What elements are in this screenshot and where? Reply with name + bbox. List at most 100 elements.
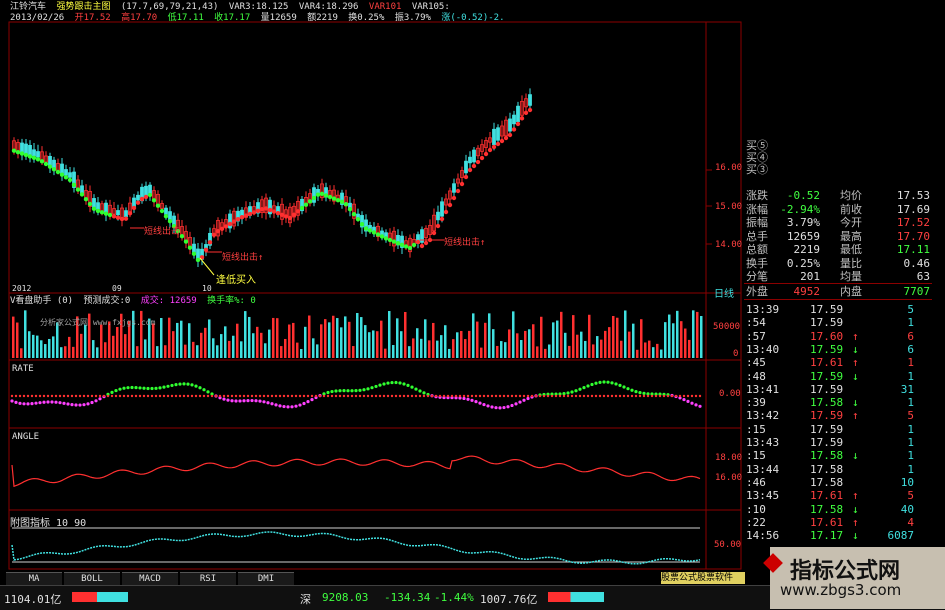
- volume-bar: [408, 346, 411, 358]
- trend-dot: [419, 243, 425, 249]
- tick-volume: 40: [900, 502, 914, 516]
- tick-arrow-icon: ↑: [852, 515, 859, 529]
- trend-dot: [99, 210, 105, 215]
- tab-rsi[interactable]: RSI: [180, 572, 236, 585]
- rate-zero-dot: [162, 394, 166, 398]
- trend-dot: [59, 172, 65, 177]
- volume-bar: [200, 332, 203, 358]
- tick-volume: 4: [907, 515, 914, 529]
- rate-dot: [150, 386, 154, 391]
- angle-pane-title[interactable]: ANGLE: [12, 432, 39, 442]
- rate-zero-dot: [594, 394, 598, 398]
- rate-dot: [522, 398, 526, 402]
- rate-dot: [194, 384, 198, 388]
- volume-bar: [172, 331, 175, 358]
- rate-zero-dot: [142, 394, 146, 398]
- tick-row: :46 17.58 10: [744, 476, 932, 490]
- outer-label: 外盘: [746, 285, 768, 298]
- volume-bar: [256, 326, 259, 358]
- rate-dot: [574, 389, 578, 393]
- trend-dot: [235, 217, 241, 222]
- sz-index: 9208.03: [322, 591, 369, 604]
- tab-ma[interactable]: MA: [6, 572, 62, 585]
- date-axis-label: 2012: [12, 284, 32, 293]
- trend-dot: [291, 212, 297, 217]
- rate-zero-dot: [446, 394, 450, 398]
- rate-pane-title[interactable]: RATE: [12, 364, 34, 374]
- trend-dot: [299, 205, 305, 211]
- rate-zero-dot: [418, 394, 422, 398]
- trend-dot: [147, 192, 153, 198]
- rate-dot: [382, 382, 386, 386]
- sh-ratio-bar: [72, 592, 128, 602]
- tick-arrow-icon: ↑: [852, 356, 859, 370]
- rate-zero-dot: [378, 394, 382, 398]
- volume-bar: [12, 316, 15, 358]
- rate-zero-dot: [194, 394, 198, 398]
- rate-dot: [226, 398, 230, 402]
- indicator-name[interactable]: 强势跟击主图: [56, 2, 110, 12]
- trend-dot: [323, 193, 329, 198]
- rate-zero-dot: [38, 394, 42, 398]
- trend-dot: [331, 196, 337, 201]
- tick-volume: 1: [907, 436, 914, 449]
- trend-dot: [183, 239, 189, 244]
- rate-dot: [514, 402, 518, 406]
- volume-bar: [36, 335, 39, 358]
- trend-dot: [303, 202, 309, 207]
- volume-bar: [684, 328, 687, 358]
- date-axis-label: 09: [112, 284, 122, 293]
- rate-zero-dot: [654, 394, 658, 398]
- sub-pane-params: 10 90: [56, 518, 87, 529]
- tab-boll[interactable]: BOLL: [64, 572, 120, 585]
- candle-body: [32, 149, 36, 157]
- tick-time: :22: [746, 515, 766, 529]
- tick-row: 13:39 17.59 5: [744, 303, 932, 317]
- low-value: 低17.11: [167, 13, 204, 23]
- rate-zero-dot: [646, 394, 650, 398]
- trend-dot: [135, 200, 141, 205]
- rate-dot: [614, 382, 618, 386]
- trend-dot: [159, 208, 165, 214]
- tick-price: 17.58: [810, 396, 844, 410]
- trend-dot: [447, 202, 453, 208]
- trend-dot: [515, 121, 521, 127]
- daily-tab[interactable]: 日线: [714, 285, 734, 300]
- volume-bar: [460, 330, 463, 358]
- tick-time: :54: [746, 316, 766, 330]
- rate-zero-dot: [202, 394, 206, 398]
- rate-zero-dot: [46, 394, 50, 398]
- volume-watermark: 分析家公式网 www.fxjgs.com: [40, 318, 156, 327]
- rate-zero-dot: [62, 394, 66, 398]
- volume-bar: [68, 336, 71, 358]
- rate-dot: [146, 386, 150, 391]
- sub-pane-title[interactable]: 附图指标: [10, 518, 50, 529]
- rate-dot: [418, 389, 422, 393]
- volume-bar: [660, 349, 663, 358]
- rate-dot: [22, 402, 26, 406]
- turnover-value: 换0.25%: [348, 13, 385, 23]
- tick-row: 13:45 17.61 ↑ 5: [744, 489, 932, 503]
- rate-zero-dot: [78, 394, 82, 398]
- trend-dot: [523, 110, 529, 115]
- rate-dot: [66, 402, 70, 406]
- volume-pane-title[interactable]: V看盘助手 (0): [10, 296, 73, 306]
- rate-dot: [230, 399, 234, 403]
- volume-bar: [504, 342, 507, 358]
- tab-macd[interactable]: MACD: [122, 572, 178, 585]
- rate-zero-dot: [282, 394, 286, 398]
- volume-bar: [692, 310, 695, 358]
- scroll-ticker[interactable]: 股票公式股票软件: [661, 572, 745, 584]
- tick-row: :57 17.60 ↑ 6: [744, 330, 932, 344]
- rate-dot: [566, 391, 570, 395]
- volume-bar: [276, 318, 279, 358]
- tick-volume: 6087: [887, 529, 915, 543]
- volume-bar: [448, 348, 451, 358]
- rate-zero-dot: [546, 394, 550, 398]
- volume-bar: [244, 311, 247, 358]
- rate-zero-dot: [398, 394, 402, 398]
- rate-dot: [158, 386, 162, 390]
- tab-dmi[interactable]: DMI: [238, 572, 294, 585]
- trend-dot: [259, 207, 265, 212]
- rate-zero-dot: [586, 394, 590, 398]
